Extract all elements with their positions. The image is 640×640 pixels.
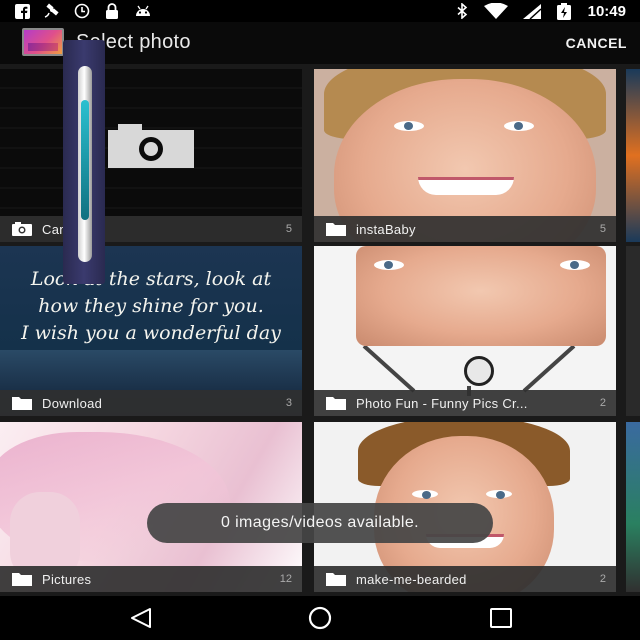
wifi-icon (483, 3, 508, 19)
album-tile-camera[interactable]: Camera 5 (0, 69, 302, 242)
album-label: Pictures 12 (0, 566, 302, 592)
signal-icon (522, 3, 542, 19)
album-tile-partial[interactable] (626, 422, 640, 592)
status-bar: 10:49 (0, 0, 640, 22)
folder-icon (326, 396, 346, 410)
quote-image-text: Look at the stars, look at how they shin… (21, 268, 281, 344)
folder-icon (326, 572, 346, 586)
alarm-icon (74, 3, 90, 19)
album-count: 2 (599, 397, 606, 409)
album-count: 5 (285, 223, 292, 235)
back-icon[interactable] (128, 606, 154, 630)
folder-icon (12, 572, 32, 586)
album-name: make-me-bearded (356, 571, 467, 587)
album-tile-partial[interactable] (626, 246, 640, 416)
folder-icon (12, 396, 32, 410)
recents-icon[interactable] (488, 606, 514, 630)
bluetooth-icon (454, 3, 470, 19)
album-tile-instababy[interactable]: instaBaby 5 (314, 69, 616, 242)
album-count: 12 (279, 573, 292, 585)
gallery-app-icon (22, 28, 64, 56)
album-count: 2 (599, 573, 606, 585)
album-count: 3 (285, 397, 292, 409)
battery-charging-icon (556, 2, 572, 20)
camera-image-icon (108, 124, 194, 168)
album-name: Download (42, 395, 103, 411)
album-label: Camera 5 (0, 216, 302, 242)
facebook-icon (14, 3, 30, 19)
camera-icon (12, 222, 32, 236)
album-label: Download 3 (0, 390, 302, 416)
navigation-bar (0, 596, 640, 640)
floating-overlay-widget[interactable] (63, 40, 105, 284)
home-icon[interactable] (306, 606, 334, 630)
cancel-button[interactable]: CANCEL (566, 35, 627, 51)
toast-message: 0 images/videos available. (147, 503, 493, 543)
album-tile-photo-fun[interactable]: Photo Fun - Funny Pics Cr... 2 (314, 246, 616, 416)
album-tile-partial[interactable] (626, 69, 640, 242)
album-name: Pictures (42, 571, 92, 587)
album-name: instaBaby (356, 221, 416, 237)
satellite-icon (44, 3, 60, 19)
album-label: instaBaby 5 (314, 216, 616, 242)
lock-icon (104, 3, 120, 19)
album-label: make-me-bearded 2 (314, 566, 616, 592)
album-tile-download[interactable]: Look at the stars, look at how they shin… (0, 246, 302, 416)
album-label: Photo Fun - Funny Pics Cr... 2 (314, 390, 616, 416)
android-icon (134, 3, 150, 19)
album-name: Photo Fun - Funny Pics Cr... (356, 395, 528, 411)
album-count: 5 (599, 223, 606, 235)
status-time: 10:49 (587, 2, 626, 20)
folder-icon (326, 222, 346, 236)
